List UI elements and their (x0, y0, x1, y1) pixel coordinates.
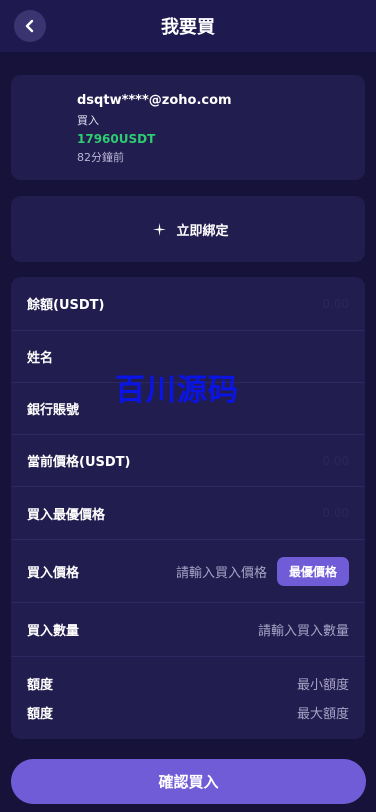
buy-quantity-row: 買入數量 請輸入買入數量 (11, 603, 365, 657)
balance-row: 餘額(USDT) 0.00 (11, 277, 365, 331)
order-form: 餘額(USDT) 0.00 姓名 銀行賬號 當前價格(USDT) 0.00 買入… (11, 277, 365, 739)
best-price-value: 0.00 (322, 506, 349, 520)
sparkle-icon (153, 222, 167, 236)
page-title: 我要買 (161, 17, 215, 38)
bind-card[interactable]: 立即綁定 (11, 196, 365, 262)
buy-price-row: 買入價格 請輸入買入價格 最優價格 (11, 540, 365, 603)
name-label: 姓名 (27, 351, 54, 366)
min-limit-label: 額度 (27, 677, 54, 693)
order-info-card: dsqtw****@zoho.com 買入 17960USDT 82分鐘前 (11, 75, 365, 180)
bind-now-label: 立即綁定 (176, 223, 229, 239)
watermark: 百川源码 (115, 373, 239, 408)
chevron-left-icon (25, 19, 34, 33)
bank-account-label: 銀行賬號 (27, 403, 80, 418)
current-price-value: 0.00 (322, 453, 349, 468)
header-bar: 我要買 (0, 0, 376, 52)
max-limit-label: 額度 (27, 706, 54, 722)
buy-price-label: 買入價格 (27, 565, 80, 581)
best-price-button[interactable]: 最優價格 (277, 556, 349, 586)
best-price-label: 買入最優價格 (27, 507, 106, 523)
min-limit-input[interactable]: 最小額度 (297, 674, 349, 693)
best-price-row: 買入最優價格 0.00 (11, 487, 365, 540)
buy-quantity-input[interactable]: 請輸入買入數量 (258, 620, 349, 639)
current-price-label: 當前價格(USDT) (27, 455, 131, 470)
balance-label: 餘額(USDT) (27, 298, 105, 313)
max-limit-input[interactable]: 最大額度 (297, 703, 349, 722)
seller-email: dsqtw****@zoho.com (77, 93, 232, 108)
order-amount: 17960USDT (77, 132, 156, 146)
min-limit-row: 額度 最小額度 (11, 670, 365, 696)
back-button[interactable] (14, 10, 46, 42)
order-time: 82分鐘前 (77, 151, 124, 164)
buy-quantity-label: 買入數量 (27, 624, 80, 639)
max-limit-row: 額度 最大額度 (11, 699, 365, 725)
confirm-buy-button[interactable]: 確認買入 (11, 759, 366, 804)
buy-price-input[interactable]: 請輸入買入價格 (176, 562, 267, 581)
balance-value: 0.00 (322, 296, 349, 311)
order-type: 買入 (77, 114, 99, 127)
current-price-row: 當前價格(USDT) 0.00 (11, 435, 365, 487)
